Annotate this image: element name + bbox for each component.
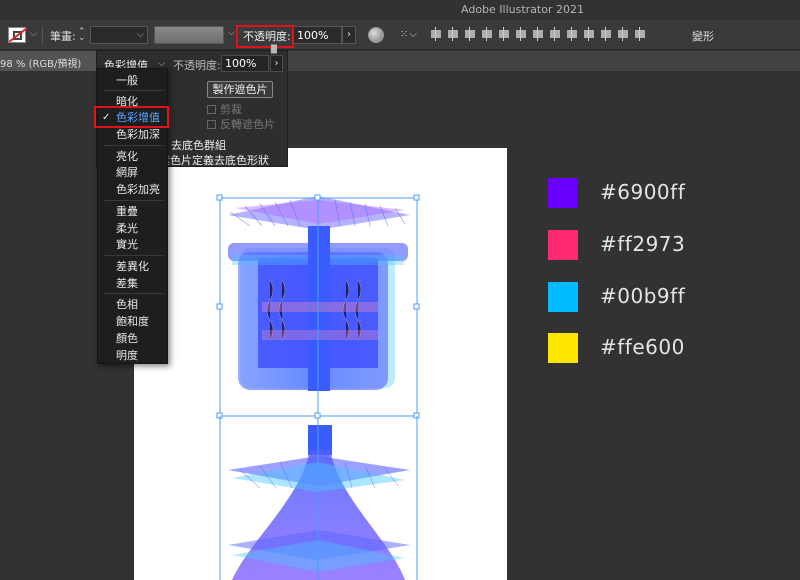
align-left-icon[interactable] (430, 27, 442, 41)
blend-menu-item[interactable]: 重疊 (98, 204, 169, 220)
blend-menu-item-label: 柔光 (116, 222, 138, 235)
distribute-left-icon[interactable] (583, 27, 595, 41)
align-to-icon[interactable] (634, 27, 646, 41)
hex-code-label: #6900ff (600, 180, 686, 204)
panel-menu-icon[interactable]: ▬ ▬ ▬ (270, 42, 278, 56)
align-buttons (430, 27, 646, 41)
transform-button[interactable]: 變形 (692, 28, 714, 44)
clip-label: 剪裁 (220, 103, 242, 116)
chevron-down-icon[interactable]: ⌵ (228, 28, 235, 38)
blend-menu-item-label: 重疊 (116, 205, 138, 218)
blend-menu-item-label: 差集 (116, 277, 138, 290)
blend-menu-item[interactable]: 色彩加亮 (98, 182, 169, 198)
blend-menu-item[interactable]: 差異化 (98, 259, 169, 275)
blend-menu-item[interactable]: 網屏 (98, 165, 169, 181)
control-bar: ⌵ 筆畫: ⌃ ⌄ ⌵ ⌵ 不透明度: 100% › ⁙⌵ 變形 (0, 20, 800, 50)
blend-menu-item-label: 顏色 (116, 332, 138, 345)
artboard[interactable] (134, 148, 507, 580)
blend-menu-item-label: 色彩加亮 (116, 183, 160, 196)
chevron-down-icon: ⌵ (137, 30, 144, 40)
hex-code-label: #00b9ff (600, 284, 686, 308)
menu-divider (104, 255, 163, 256)
make-mask-button[interactable]: 製作遮色片 (207, 81, 273, 98)
blend-menu-item-label: 色彩加深 (116, 128, 160, 141)
app-title: Adobe Illustrator 2021 (461, 3, 584, 16)
color-swatch (548, 178, 578, 208)
align-top-icon[interactable] (481, 27, 493, 41)
panel-opacity-label: 不透明度: (173, 59, 221, 72)
blend-menu-item[interactable]: 色相 (98, 297, 169, 313)
align-bottom-icon[interactable] (515, 27, 527, 41)
align-right-icon[interactable] (464, 27, 476, 41)
stroke-weight-field[interactable]: ⌵ (90, 26, 148, 44)
blend-menu-item[interactable]: 色彩加深 (98, 127, 169, 143)
distribute-bottom-icon[interactable] (566, 27, 578, 41)
blend-menu-item-label: 一般 (116, 74, 138, 87)
menu-divider (104, 293, 163, 294)
menu-divider (104, 145, 163, 146)
panel-opacity-arrow-icon[interactable]: › (270, 55, 283, 72)
hex-code-label: #ffe600 (600, 335, 685, 359)
reference-point-grid-icon[interactable]: ⁙⌵ (400, 29, 418, 40)
checkbox-icon (207, 104, 216, 114)
invert-mask-label: 反轉遮色片 (220, 118, 275, 131)
panel-opacity-input[interactable]: 100% (221, 55, 269, 72)
opacity-popup-arrow-icon[interactable]: › (342, 26, 356, 44)
color-swatch (548, 282, 578, 312)
knockout-group-option[interactable]: 去底色群組 (171, 137, 226, 153)
blend-menu-item-label: 飽和度 (116, 315, 149, 328)
blend-menu-item[interactable]: 實光 (98, 237, 169, 253)
distribute-top-icon[interactable] (532, 27, 544, 41)
document-tab[interactable]: 98 % (RGB/預視) (0, 51, 100, 71)
distribute-middle-icon[interactable] (549, 27, 561, 41)
opacity-highlight-box (236, 25, 294, 48)
stroke-label: 筆畫: (50, 30, 76, 43)
invert-mask-checkbox[interactable]: 反轉遮色片 (207, 116, 275, 132)
clip-checkbox[interactable]: 剪裁 (207, 101, 242, 117)
stroke-stepper-icon[interactable]: ⌃ ⌄ (78, 28, 86, 43)
checkbox-icon (207, 119, 216, 129)
menu-divider (104, 200, 163, 201)
color-swatch (548, 333, 578, 363)
hex-code-label: #ff2973 (600, 232, 686, 256)
blend-selection-highlight-box (94, 106, 169, 128)
blend-menu-item[interactable]: 差集 (98, 276, 169, 292)
menu-divider (104, 90, 163, 91)
blend-menu-item[interactable]: 柔光 (98, 221, 169, 237)
blend-menu-item[interactable]: 顏色 (98, 331, 169, 347)
distribute-right-icon[interactable] (617, 27, 629, 41)
recolor-artwork-icon[interactable] (368, 27, 384, 43)
fill-none-swatch[interactable] (8, 27, 26, 43)
color-swatch (548, 230, 578, 260)
blend-menu-item-label: 明度 (116, 349, 138, 362)
align-middle-icon[interactable] (498, 27, 510, 41)
chevron-down-icon[interactable]: ⌵ (30, 29, 37, 39)
title-bar: Adobe Illustrator 2021 (0, 0, 800, 20)
divider (42, 26, 43, 44)
blend-menu-item-label: 實光 (116, 238, 138, 251)
opacity-mask-knockout-option[interactable]: 遮色片定義去底色形狀 (159, 152, 269, 168)
blend-menu-item-label: 亮化 (116, 150, 138, 163)
blend-menu-item-label: 色相 (116, 298, 138, 311)
align-center-icon[interactable] (447, 27, 459, 41)
blend-menu-item-label: 差異化 (116, 260, 149, 273)
blend-menu-item[interactable]: 明度 (98, 348, 169, 364)
variable-width-profile[interactable] (154, 26, 224, 44)
distribute-center-icon[interactable] (600, 27, 612, 41)
blend-menu-item[interactable]: 亮化 (98, 149, 169, 165)
blend-menu-item[interactable]: 飽和度 (98, 314, 169, 330)
blend-menu-item-label: 網屏 (116, 166, 138, 179)
opacity-input[interactable]: 100% (292, 26, 342, 44)
blend-menu-item[interactable]: 一般 (98, 73, 169, 89)
